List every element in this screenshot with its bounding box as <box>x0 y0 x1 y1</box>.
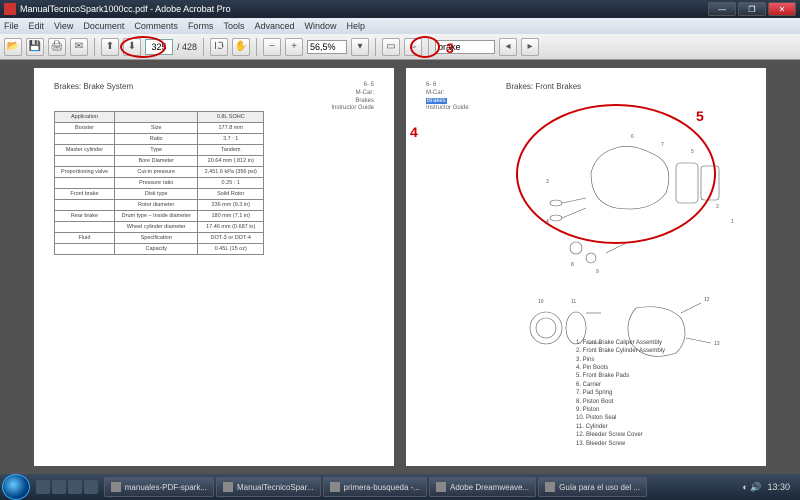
fit-width-icon[interactable]: ⇔ <box>404 38 422 56</box>
start-orb[interactable] <box>2 474 30 500</box>
zoom-input[interactable] <box>307 40 347 54</box>
acrobat-icon <box>4 3 16 15</box>
menu-advanced[interactable]: Advanced <box>254 21 294 31</box>
annotation-5: 5 <box>696 108 704 124</box>
find-prev-icon[interactable]: ◂ <box>499 38 517 56</box>
zoom-dropdown-icon[interactable]: ▾ <box>351 38 369 56</box>
find-input[interactable] <box>435 40 495 54</box>
title-bar: ManualTecnicoSpark1000cc.pdf - Adobe Acr… <box>0 0 800 18</box>
menu-forms[interactable]: Forms <box>188 21 214 31</box>
zoom-out-icon[interactable]: − <box>263 38 281 56</box>
task-2[interactable]: ManualTecnicoSpar... <box>216 477 321 497</box>
left-pagenum: 6- 5 <box>331 82 374 90</box>
svg-text:10: 10 <box>538 299 544 305</box>
task-5[interactable]: Guía para el uso del ... <box>538 477 647 497</box>
quick-launch[interactable] <box>36 480 98 494</box>
save-icon[interactable]: 💾 <box>26 38 44 56</box>
svg-text:4: 4 <box>546 219 549 225</box>
right-pagenum: 6- 6 <box>426 82 469 90</box>
maximize-button[interactable]: ❐ <box>738 2 766 16</box>
svg-text:9: 9 <box>596 269 599 275</box>
menu-comments[interactable]: Comments <box>134 21 178 31</box>
menu-help[interactable]: Help <box>347 21 366 31</box>
window-title: ManualTecnicoSpark1000cc.pdf - Adobe Acr… <box>20 4 231 14</box>
select-tool-icon[interactable]: Iℑ <box>210 38 228 56</box>
search-highlight: Brakes <box>426 98 447 104</box>
document-viewport[interactable]: Brakes: Brake System 6- 5 M-Car: Brakes … <box>0 60 800 474</box>
svg-text:3: 3 <box>546 179 549 185</box>
tray-icons[interactable]: ◐ 🔊 <box>742 482 761 493</box>
annotation-3: 3 <box>446 40 454 56</box>
svg-text:8: 8 <box>571 262 574 268</box>
caliper-exploded-diagram: 6 7 5 3 4 8 9 2 1 <box>516 108 746 278</box>
close-button[interactable]: ✕ <box>768 2 796 16</box>
svg-text:6: 6 <box>631 134 634 140</box>
svg-text:5: 5 <box>691 149 694 155</box>
menu-bar: File Edit View Document Comments Forms T… <box>0 18 800 34</box>
menu-edit[interactable]: Edit <box>29 21 45 31</box>
svg-text:11: 11 <box>571 299 576 305</box>
hand-tool-icon[interactable]: ✋ <box>232 38 250 56</box>
parts-list: 1. Front Brake Caliper Assembly2. Front … <box>576 339 665 448</box>
annotation-4: 4 <box>410 124 418 140</box>
svg-text:7: 7 <box>661 142 664 148</box>
mail-icon[interactable]: ✉ <box>70 38 88 56</box>
menu-tools[interactable]: Tools <box>223 21 244 31</box>
svg-text:1: 1 <box>731 219 734 225</box>
find-next-icon[interactable]: ▸ <box>521 38 539 56</box>
menu-file[interactable]: File <box>4 21 19 31</box>
task-1[interactable]: manuales-PDF-spark... <box>104 477 214 497</box>
page-right: 6- 6 M-Car: Brakes Instructor Guide Brak… <box>406 68 766 466</box>
fit-page-icon[interactable]: ▭ <box>382 38 400 56</box>
page-number-input[interactable] <box>145 39 173 55</box>
svg-text:12: 12 <box>704 297 710 303</box>
minimize-button[interactable]: — <box>708 2 736 16</box>
prev-page-icon[interactable]: ⬆ <box>101 38 119 56</box>
menu-window[interactable]: Window <box>304 21 336 31</box>
page-left: Brakes: Brake System 6- 5 M-Car: Brakes … <box>34 68 394 466</box>
zoom-in-icon[interactable]: + <box>285 38 303 56</box>
left-page-title: Brakes: Brake System <box>54 82 374 91</box>
task-3[interactable]: primera-busqueda -... <box>323 477 427 497</box>
system-tray[interactable]: ◐ 🔊 13:30 <box>734 482 798 493</box>
svg-text:2: 2 <box>716 204 719 210</box>
print-icon[interactable]: 🖨 <box>48 38 66 56</box>
spec-table: Application0.8L SOHC BoosterSize177.8 mm… <box>54 111 264 255</box>
svg-text:13: 13 <box>714 341 720 347</box>
open-icon[interactable]: 📂 <box>4 38 22 56</box>
menu-view[interactable]: View <box>54 21 73 31</box>
taskbar: manuales-PDF-spark... ManualTecnicoSpar.… <box>0 474 800 500</box>
page-total-label: / 428 <box>177 42 197 52</box>
toolbar: 📂 💾 🖨 ✉ ⬆ ⬇ / 428 Iℑ ✋ − + ▾ ▭ ⇔ ◂ ▸ 6 3 <box>0 34 800 60</box>
right-page-title: Brakes: Front Brakes <box>506 82 746 91</box>
next-page-icon[interactable]: ⬇ <box>123 38 141 56</box>
menu-document[interactable]: Document <box>83 21 124 31</box>
clock: 13:30 <box>767 482 790 492</box>
task-4[interactable]: Adobe Dreamweave... <box>429 477 536 497</box>
